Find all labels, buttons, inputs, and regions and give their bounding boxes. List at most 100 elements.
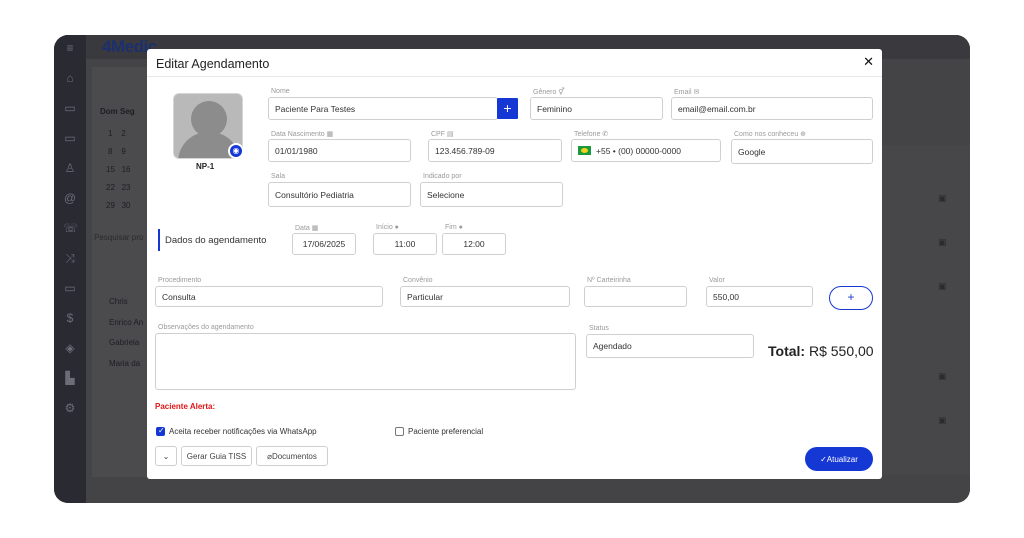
- gender-field[interactable]: Gênero ⚥ Feminino: [530, 88, 663, 120]
- referral-source-field[interactable]: Como nos conheceu ⊕ Google: [731, 130, 873, 164]
- value-input[interactable]: 550,00: [706, 286, 813, 307]
- dollar-icon[interactable]: $: [63, 311, 77, 325]
- end-time-input[interactable]: 12:00: [442, 233, 506, 255]
- lock-icon: ▣: [938, 371, 947, 381]
- email-label: Email ✉: [674, 88, 702, 96]
- end-time-field[interactable]: Fim ● 12:00: [442, 224, 506, 255]
- user-icon[interactable]: ♙: [63, 161, 77, 175]
- calendar-row: 1 2: [108, 129, 126, 138]
- camera-icon[interactable]: ◉: [228, 143, 244, 159]
- car-icon[interactable]: ▭: [63, 131, 77, 145]
- date-label: Data ▦: [295, 224, 321, 232]
- notes-label: Observações do agendamento: [158, 324, 256, 331]
- patient-alert: Paciente Alerta:: [155, 402, 216, 411]
- calendar-row: 22 23: [106, 183, 131, 192]
- referral-source-select[interactable]: Google: [731, 139, 873, 164]
- gender-select[interactable]: Feminino: [530, 97, 663, 120]
- preferential-patient[interactable]: Paciente preferencial: [395, 427, 483, 436]
- referred-by-select[interactable]: Selecione: [420, 182, 563, 207]
- whatsapp-checkbox[interactable]: [156, 426, 165, 436]
- box-icon[interactable]: ◈: [63, 341, 77, 355]
- lock-icon: ▣: [938, 193, 947, 203]
- procedure-field[interactable]: Procedimento Consulta: [155, 277, 383, 307]
- patient-item[interactable]: Chris: [109, 297, 128, 306]
- preferential-checkbox[interactable]: [395, 427, 404, 436]
- insurance-select[interactable]: Particular: [400, 286, 570, 307]
- calendar-day-header: Dom Seg: [100, 107, 135, 116]
- section-accent: [158, 229, 160, 251]
- phone-icon[interactable]: ☏: [63, 221, 78, 235]
- add-name-button[interactable]: +: [497, 98, 518, 119]
- divider: [147, 76, 882, 77]
- settings-icon[interactable]: ⚙: [63, 401, 77, 415]
- patient-item[interactable]: Enrico An: [109, 318, 143, 327]
- status-label: Status: [589, 325, 611, 332]
- referral-source-label: Como nos conheceu ⊕: [734, 130, 809, 138]
- edit-appointment-modal: Editar Agendamento ✕ ◉ NP-1 Nome Pacient…: [147, 49, 882, 479]
- referred-by-field[interactable]: Indicado por Selecione: [420, 173, 563, 207]
- name-label: Nome: [271, 88, 292, 95]
- total-value: R$ 550,00: [808, 343, 874, 359]
- schedule-column: [880, 145, 970, 475]
- value-field[interactable]: Valor 550,00: [706, 277, 813, 307]
- home-icon[interactable]: ⌂: [63, 71, 77, 85]
- patient-item[interactable]: Maria da: [109, 359, 140, 368]
- status-select[interactable]: Agendado: [586, 334, 754, 358]
- name-field[interactable]: Nome Paciente Para Testes: [268, 88, 498, 120]
- name-input[interactable]: Paciente Para Testes: [268, 97, 498, 120]
- phone-input[interactable]: +55 • (00) 00000-0000: [571, 139, 721, 162]
- calendar-icon[interactable]: ▭: [63, 101, 77, 115]
- cpf-field[interactable]: CPF ▤ 123.456.789-09: [428, 130, 562, 162]
- close-icon[interactable]: ✕: [863, 54, 874, 70]
- calendar-row: 29 30: [106, 201, 131, 210]
- cpf-input[interactable]: 123.456.789-09: [428, 139, 562, 162]
- room-field[interactable]: Sala Consultório Pediatria: [268, 173, 411, 207]
- email-input[interactable]: email@email.com.br: [671, 97, 873, 120]
- more-options-button[interactable]: ⌄: [155, 446, 177, 466]
- folder-icon[interactable]: ▭: [63, 281, 77, 295]
- patient-search[interactable]: Pesquisar pro: [94, 233, 143, 242]
- procedure-select[interactable]: Consulta: [155, 286, 383, 307]
- side-rail: ≡ ⌂ ▭ ▭ ♙ @ ☏ ⤨ ▭ $ ◈ ▙ ⚙: [54, 35, 86, 503]
- gender-label: Gênero ⚥: [533, 88, 567, 96]
- birthdate-field[interactable]: Data Nascimento ▦ 01/01/1980: [268, 130, 411, 162]
- email-field[interactable]: Email ✉ email@email.com.br: [671, 88, 873, 120]
- insurance-field[interactable]: Convênio Particular: [400, 277, 570, 307]
- card-number-input[interactable]: [584, 286, 687, 307]
- phone-field[interactable]: Telefone ✆ +55 • (00) 00000-0000: [571, 130, 721, 162]
- generate-tiss-button[interactable]: Gerar Guia TISS: [181, 446, 252, 466]
- whatsapp-consent[interactable]: Aceita receber notificações via WhatsApp: [156, 426, 317, 436]
- menu-icon[interactable]: ≡: [63, 41, 77, 55]
- lock-icon: ▣: [938, 237, 947, 247]
- documents-button[interactable]: ⌀ Documentos: [256, 446, 328, 466]
- card-number-field[interactable]: Nº Carteirinha: [584, 277, 687, 307]
- add-procedure-button[interactable]: +: [829, 286, 873, 310]
- birthdate-input[interactable]: 01/01/1980: [268, 139, 411, 162]
- modal-title: Editar Agendamento: [156, 57, 270, 71]
- lock-icon: ▣: [938, 415, 947, 425]
- status-field[interactable]: Status Agendado: [586, 325, 754, 358]
- notes-textarea[interactable]: [155, 333, 576, 390]
- start-time-field[interactable]: Início ● 11:00: [373, 224, 437, 255]
- birthdate-label: Data Nascimento ▦: [271, 130, 336, 138]
- total-label: Total:: [768, 343, 806, 359]
- date-field[interactable]: Data ▦ 17/06/2025: [292, 224, 356, 255]
- update-label: Atualizar: [826, 454, 858, 464]
- calendar-row: 8 9: [108, 147, 126, 156]
- shuffle-icon[interactable]: ⤨: [63, 251, 77, 265]
- documents-label: Documentos: [271, 451, 317, 461]
- check-icon: ✓: [820, 454, 827, 464]
- room-select[interactable]: Consultório Pediatria: [268, 182, 411, 207]
- patient-item[interactable]: Gabriela: [109, 338, 139, 347]
- at-icon[interactable]: @: [63, 191, 77, 205]
- total: Total: R$ 550,00: [768, 343, 874, 359]
- brazil-flag-icon[interactable]: [578, 146, 591, 155]
- start-time-input[interactable]: 11:00: [373, 233, 437, 255]
- section-title: Dados do agendamento: [165, 235, 267, 246]
- chart-icon[interactable]: ▙: [63, 371, 77, 385]
- card-number-label: Nº Carteirinha: [587, 277, 633, 284]
- date-input[interactable]: 17/06/2025: [292, 233, 356, 255]
- lock-icon: ▣: [938, 281, 947, 291]
- update-button[interactable]: ✓ Atualizar: [805, 447, 873, 471]
- notes-field[interactable]: Observações do agendamento: [155, 324, 576, 390]
